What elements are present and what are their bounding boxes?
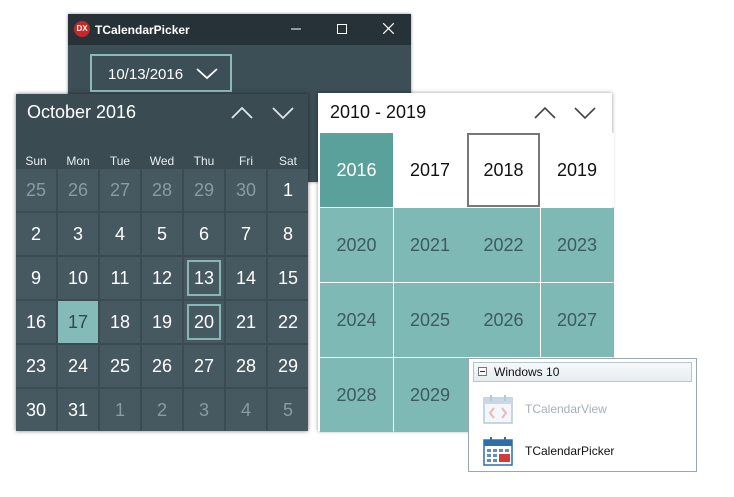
month-prev-button[interactable]: [230, 102, 256, 124]
weekday-label: Mon: [66, 154, 90, 168]
year-cell[interactable]: 2028: [320, 358, 393, 432]
day-cell[interactable]: 5: [268, 389, 308, 431]
year-cell[interactable]: 2025: [393, 283, 467, 357]
day-cell[interactable]: 1: [268, 169, 308, 211]
year-cell[interactable]: 2022: [467, 208, 540, 282]
month-calendar: October 2016 Sun Mon Tue Wed Thu Fri Sat 25 26 2…: [16, 94, 308, 431]
year-cell[interactable]: 2021: [393, 208, 467, 282]
day-cell[interactable]: 5: [142, 213, 182, 255]
day-cell[interactable]: 2: [16, 213, 56, 255]
chevron-down-icon: [272, 107, 294, 120]
day-cell[interactable]: 31: [58, 389, 98, 431]
day-cell[interactable]: 30: [226, 169, 266, 211]
year-cell[interactable]: 2020: [320, 208, 393, 282]
day-cell[interactable]: 3: [58, 213, 98, 255]
minimize-button[interactable]: [273, 14, 319, 45]
app-logo-icon: DX: [74, 21, 90, 37]
year-cell[interactable]: 2029: [393, 358, 467, 432]
day-cell[interactable]: 3: [184, 389, 224, 431]
day-cell[interactable]: 25: [100, 345, 140, 387]
minimize-icon: [291, 28, 301, 30]
day-cell[interactable]: 27: [100, 169, 140, 211]
day-cell[interactable]: 17: [58, 301, 98, 343]
chevron-up-icon: [231, 106, 253, 119]
weekday-label: Sun: [25, 154, 47, 168]
collapse-icon[interactable]: [478, 367, 487, 376]
day-cell[interactable]: 28: [226, 345, 266, 387]
year-cell[interactable]: 2027: [540, 283, 614, 357]
title-bar[interactable]: DX TCalendarPicker: [68, 14, 411, 45]
chevron-down-icon: [574, 107, 596, 120]
calendar-picker-dropdown[interactable]: 10/13/2016: [90, 54, 232, 92]
day-cell[interactable]: 20: [184, 301, 224, 343]
day-cell[interactable]: 28: [142, 169, 182, 211]
day-cell[interactable]: 21: [226, 301, 266, 343]
decade-title[interactable]: 2010 - 2019: [330, 102, 426, 123]
day-cell[interactable]: 18: [100, 301, 140, 343]
day-cell[interactable]: 4: [226, 389, 266, 431]
palette-item-calendarview[interactable]: TCalendarView: [479, 391, 689, 427]
day-cell[interactable]: 2: [142, 389, 182, 431]
day-cell[interactable]: 29: [268, 345, 308, 387]
day-cell[interactable]: 26: [142, 345, 182, 387]
day-cell[interactable]: 6: [184, 213, 224, 255]
palette-item-label: TCalendarPicker: [525, 444, 615, 458]
maximize-button[interactable]: [319, 14, 365, 45]
window-title: TCalendarPicker: [95, 23, 190, 37]
year-cell[interactable]: 2018: [467, 133, 540, 207]
day-cell[interactable]: 4: [100, 213, 140, 255]
palette-item-label: TCalendarView: [525, 402, 607, 416]
chevron-down-icon: [196, 68, 218, 80]
calendar-view-icon: [483, 395, 513, 424]
calendar-picker-icon: [483, 437, 513, 466]
chevron-up-icon: [534, 106, 556, 119]
day-cell[interactable]: 12: [142, 257, 182, 299]
day-cell[interactable]: 22: [268, 301, 308, 343]
close-button[interactable]: [365, 14, 411, 45]
weekday-label: Tue: [109, 154, 131, 168]
weekday-label: Wed: [149, 154, 175, 168]
day-cell[interactable]: 24: [58, 345, 98, 387]
day-cell[interactable]: 8: [268, 213, 308, 255]
day-cell[interactable]: 10: [58, 257, 98, 299]
day-cell[interactable]: 14: [226, 257, 266, 299]
decade-next-button[interactable]: [573, 101, 599, 123]
decade-prev-button[interactable]: [533, 101, 559, 123]
day-cell[interactable]: 7: [226, 213, 266, 255]
picker-value: 10/13/2016: [108, 66, 184, 83]
tool-palette: Windows 10 TCalendarView TCalendarPicker: [468, 358, 697, 472]
day-cell[interactable]: 30: [16, 389, 56, 431]
maximize-icon: [337, 24, 347, 34]
month-next-button[interactable]: [271, 102, 297, 124]
day-cell[interactable]: 15: [268, 257, 308, 299]
day-cell[interactable]: 25: [16, 169, 56, 211]
day-cell[interactable]: 11: [100, 257, 140, 299]
year-cell[interactable]: 2026: [467, 283, 540, 357]
year-cell[interactable]: 2019: [540, 133, 614, 207]
day-cell[interactable]: 19: [142, 301, 182, 343]
day-cell[interactable]: 26: [58, 169, 98, 211]
year-cell[interactable]: 2017: [393, 133, 467, 207]
palette-item-calendarpicker[interactable]: TCalendarPicker: [479, 433, 689, 469]
day-cell[interactable]: 27: [184, 345, 224, 387]
day-cell[interactable]: 13: [184, 257, 224, 299]
weekday-label: Thu: [193, 154, 215, 168]
year-cell[interactable]: 2024: [320, 283, 393, 357]
weekday-label: Sat: [278, 154, 297, 168]
year-cell[interactable]: 2016: [320, 133, 393, 207]
weekday-label: Fri: [239, 154, 253, 168]
month-title[interactable]: October 2016: [27, 102, 136, 123]
year-cell[interactable]: 2023: [540, 208, 614, 282]
close-icon: [382, 22, 394, 35]
day-cell[interactable]: 23: [16, 345, 56, 387]
day-cell[interactable]: 1: [100, 389, 140, 431]
palette-category-label: Windows 10: [494, 365, 560, 379]
day-cell[interactable]: 9: [16, 257, 56, 299]
palette-category-header[interactable]: Windows 10: [473, 362, 692, 382]
day-cell[interactable]: 29: [184, 169, 224, 211]
day-cell[interactable]: 16: [16, 301, 56, 343]
